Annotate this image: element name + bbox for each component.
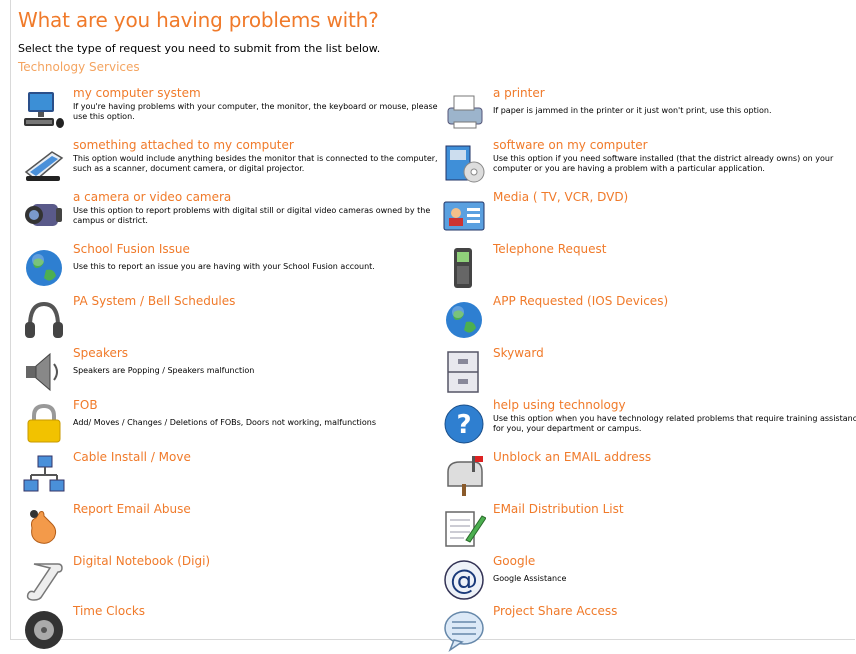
request-cable-install[interactable]: Cable Install / Move [22, 450, 422, 500]
item-label[interactable]: EMail Distribution List [493, 502, 624, 516]
cabinet-icon [442, 350, 486, 394]
item-label[interactable]: Google [493, 554, 535, 568]
svg-text:@: @ [450, 563, 478, 596]
item-label[interactable]: Report Email Abuse [73, 502, 191, 516]
request-time-clocks[interactable]: Time Clocks [22, 604, 422, 654]
tire-icon [22, 608, 66, 652]
item-description: Use this option to report problems with … [73, 206, 431, 225]
request-help-using-technology[interactable]: ? help using technology Use this option … [442, 398, 856, 448]
item-description: This option would include anything besid… [73, 154, 438, 173]
printer-icon [442, 90, 486, 134]
item-description: Use this option when you have technology… [493, 414, 856, 433]
request-app[interactable]: APP Requested (IOS Devices) [442, 294, 842, 344]
request-speakers[interactable]: Speakers Speakers are Popping / Speakers… [22, 346, 422, 396]
item-label[interactable]: Cable Install / Move [73, 450, 191, 464]
item-label[interactable]: help using technology [493, 398, 626, 412]
request-school-fusion[interactable]: School Fusion Issue Use this to report a… [22, 242, 422, 292]
item-label[interactable]: a printer [493, 86, 545, 100]
item-label[interactable]: Telephone Request [493, 242, 607, 256]
item-label[interactable]: Media ( TV, VCR, DVD) [493, 190, 628, 204]
at-sign-icon: @ [442, 558, 486, 602]
request-media[interactable]: Media ( TV, VCR, DVD) [442, 190, 842, 240]
mailbox-icon [442, 454, 486, 498]
network-icon [22, 454, 66, 498]
video-camera-icon [22, 194, 66, 238]
item-description: If paper is jammed in the printer or it … [493, 106, 772, 115]
page-title: What are you having problems with? [18, 8, 379, 32]
item-label[interactable]: my computer system [73, 86, 201, 100]
request-camera[interactable]: a camera or video camera Use this option… [22, 190, 430, 240]
page-instructions: Select the type of request you need to s… [18, 42, 381, 55]
item-description: If you're having problems with your comp… [73, 102, 438, 121]
request-fob[interactable]: FOB Add/ Moves / Changes / Deletions of … [22, 398, 422, 448]
item-label[interactable]: School Fusion Issue [73, 242, 190, 256]
request-skyward[interactable]: Skyward [442, 346, 842, 396]
item-label[interactable]: Digital Notebook (Digi) [73, 554, 210, 568]
item-description: Use this to report an issue you are havi… [73, 262, 375, 271]
request-email-distribution[interactable]: EMail Distribution List [442, 502, 842, 552]
item-label[interactable]: PA System / Bell Schedules [73, 294, 235, 308]
request-something-attached[interactable]: something attached to my computer This o… [22, 138, 438, 188]
hand-icon [22, 506, 66, 550]
item-label[interactable]: Project Share Access [493, 604, 617, 618]
item-description: Use this option if you need software ins… [493, 154, 834, 173]
request-pa-system[interactable]: PA System / Bell Schedules [22, 294, 422, 344]
item-label[interactable]: Unblock an EMAIL address [493, 450, 651, 464]
item-label[interactable]: a camera or video camera [73, 190, 231, 204]
scroll-icon [22, 558, 66, 602]
request-printer[interactable]: a printer If paper is jammed in the prin… [442, 86, 842, 136]
item-label[interactable]: Time Clocks [73, 604, 145, 618]
request-telephone[interactable]: Telephone Request [442, 242, 842, 292]
item-description: Google Assistance [493, 574, 567, 583]
request-unblock-email[interactable]: Unblock an EMAIL address [442, 450, 842, 500]
phone-icon [442, 246, 486, 290]
globe-icon [442, 298, 486, 342]
computer-icon [22, 90, 66, 134]
item-label[interactable]: something attached to my computer [73, 138, 294, 152]
svg-text:?: ? [456, 410, 471, 440]
scanner-icon [22, 142, 66, 186]
request-google[interactable]: @ Google Google Assistance [442, 554, 842, 604]
request-digital-notebook[interactable]: Digital Notebook (Digi) [22, 554, 422, 604]
headphones-icon [22, 298, 66, 342]
item-label[interactable]: software on my computer [493, 138, 648, 152]
notepad-icon [442, 506, 486, 550]
item-description: Speakers are Popping / Speakers malfunct… [73, 366, 255, 375]
help-icon: ? [442, 402, 486, 446]
software-icon [442, 142, 486, 186]
request-project-share[interactable]: Project Share Access [442, 604, 842, 654]
media-card-icon [442, 194, 486, 238]
item-label[interactable]: APP Requested (IOS Devices) [493, 294, 668, 308]
section-heading: Technology Services [18, 60, 140, 74]
padlock-icon [22, 402, 66, 446]
item-label[interactable]: FOB [73, 398, 98, 412]
chat-bubble-icon [442, 608, 486, 652]
request-software[interactable]: software on my computer Use this option … [442, 138, 842, 188]
request-my-computer-system[interactable]: my computer system If you're having prob… [22, 86, 438, 136]
request-report-email-abuse[interactable]: Report Email Abuse [22, 502, 422, 552]
item-label[interactable]: Skyward [493, 346, 544, 360]
globe-icon [22, 246, 66, 290]
speaker-icon [22, 350, 66, 394]
item-label[interactable]: Speakers [73, 346, 128, 360]
item-description: Add/ Moves / Changes / Deletions of FOBs… [73, 418, 377, 427]
